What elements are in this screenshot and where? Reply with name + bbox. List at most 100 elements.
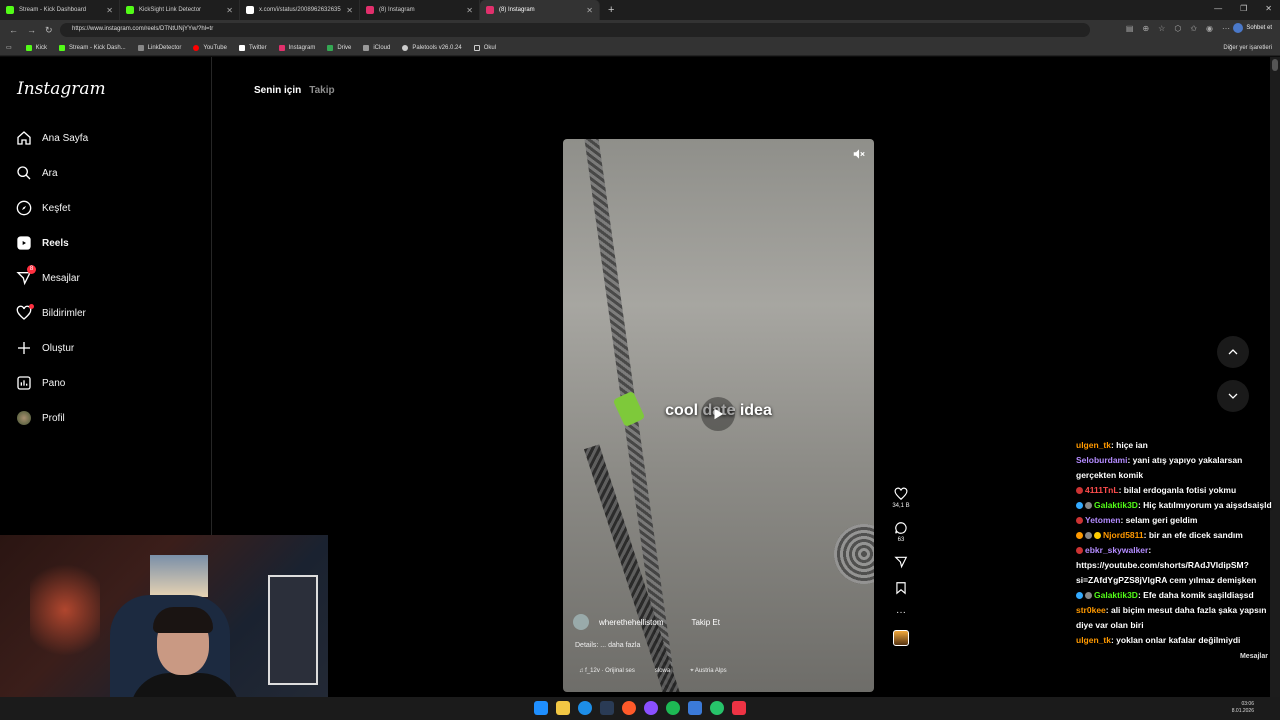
tab-following[interactable]: Takip (309, 85, 334, 96)
chevron-up-icon (1228, 349, 1238, 355)
save-action[interactable] (890, 581, 912, 595)
home-icon (16, 130, 32, 146)
next-reel-button[interactable] (1217, 380, 1249, 412)
nav-dashboard[interactable]: Pano (16, 375, 65, 391)
nav-create[interactable]: Oluştur (16, 340, 74, 356)
audio-secondary[interactable]: slowa (655, 668, 670, 675)
kick-icon (126, 6, 134, 14)
share-icon[interactable] (894, 555, 908, 569)
stream-chat-overlay: ulgen_tk: hiçe ian Seloburdami: yani atı… (1072, 438, 1280, 720)
close-window-icon[interactable]: ✕ (1265, 4, 1272, 13)
tab-for-you[interactable]: Senin için (254, 85, 301, 96)
comment-icon[interactable] (894, 521, 908, 535)
bookmark-item[interactable]: Drive (327, 44, 351, 51)
favorites-bar-icon[interactable]: ✩ (1190, 24, 1197, 33)
url-field[interactable]: https://www.instagram.com/reels/DTNtUNjY… (60, 23, 1090, 37)
nav-home[interactable]: Ana Sayfa (16, 130, 88, 146)
browser-tab[interactable]: x.com/i/status/2008962632635 ✕ (240, 0, 360, 20)
location-tag[interactable]: ⌖ Austria Alps (690, 668, 726, 675)
bookmark-item[interactable]: Paletools v26.0.24 (402, 44, 462, 51)
more-action[interactable]: ··· (890, 607, 912, 618)
close-icon[interactable]: ✕ (346, 6, 353, 15)
other-bookmarks[interactable]: Diğer yer işaretleri (1223, 45, 1272, 51)
start-icon[interactable] (534, 701, 548, 715)
bookmark-item[interactable]: Stream - Kick Dash... (59, 44, 126, 51)
favorite-icon[interactable]: ☆ (1158, 24, 1165, 33)
copilot-chat-button[interactable]: Sohbet et (1233, 23, 1272, 33)
bookmark-item[interactable]: Instagram (278, 44, 315, 51)
nav-explore[interactable]: Keşfet (16, 200, 70, 216)
bookmark-item[interactable]: iCloud (363, 44, 390, 51)
bookmark-folder[interactable]: Okul (473, 44, 496, 51)
whatsapp-icon[interactable] (710, 701, 724, 715)
nav-messages[interactable]: 8 Mesajlar (16, 265, 80, 286)
bookmark-icon[interactable] (894, 581, 908, 595)
forward-icon[interactable]: → (27, 25, 36, 35)
close-icon[interactable]: ✕ (466, 6, 473, 15)
bookmark-item[interactable]: LinkDetector (137, 44, 181, 51)
webcam-lamp-glow (30, 555, 100, 665)
bookmark-item[interactable]: Kick (25, 44, 47, 51)
follow-button[interactable]: Takip Et (691, 618, 719, 627)
bookmark-item[interactable]: YouTube (193, 44, 227, 51)
back-icon[interactable]: ← (9, 25, 18, 35)
reader-icon[interactable]: ▤ (1126, 24, 1134, 33)
like-action[interactable]: 34,1 B (890, 487, 912, 509)
instagram-icon (486, 6, 494, 14)
zoom-icon[interactable]: ⊕ (1142, 24, 1149, 33)
browser-app-icon[interactable] (622, 701, 636, 715)
explorer-icon[interactable] (556, 701, 570, 715)
author-avatar[interactable] (573, 614, 589, 630)
app-icon[interactable] (688, 701, 702, 715)
close-icon[interactable]: ✕ (586, 6, 593, 15)
nav-notifications[interactable]: Bildirimler (16, 304, 86, 321)
chat-message: Njord5811: bir an efe dicek sandım (1072, 528, 1280, 543)
more-icon[interactable]: ⋯ (1222, 24, 1230, 33)
profile-avatar (16, 410, 32, 426)
taskbar-apps (534, 701, 746, 715)
nav-search[interactable]: Ara (16, 165, 58, 181)
edge-icon[interactable] (578, 701, 592, 715)
reel-author: wherethehellistom Takip Et (573, 614, 720, 630)
close-icon[interactable]: ✕ (106, 6, 113, 15)
reel-video[interactable]: cool date idea wherethehellistom Takip E… (563, 139, 874, 692)
notification-dot (29, 304, 34, 309)
webcam-poster (150, 555, 208, 597)
spotify-icon[interactable] (666, 701, 680, 715)
system-clock[interactable]: 03:06 8.01.2026 (1232, 701, 1254, 715)
nav-profile[interactable]: Profil (16, 410, 65, 426)
discord-icon[interactable] (644, 701, 658, 715)
reel-description[interactable]: Details: ... daha fazla (575, 642, 640, 649)
bookmark-item[interactable]: ▭ (6, 44, 12, 51)
minimize-icon[interactable]: — (1214, 4, 1222, 13)
audio-track[interactable]: ♫ f_12v · Orijinal ses (579, 668, 635, 675)
more-icon[interactable]: ··· (896, 607, 906, 618)
heart-icon[interactable] (894, 487, 908, 501)
kick-icon (25, 44, 32, 51)
share-action[interactable] (890, 555, 912, 569)
instagram-logo[interactable]: Instagram (17, 79, 106, 99)
close-icon[interactable]: ✕ (226, 6, 233, 15)
previous-reel-button[interactable] (1217, 336, 1249, 368)
reel-navigation (1217, 336, 1249, 424)
extension-icon[interactable]: ⬡ (1174, 24, 1181, 33)
nav-reels[interactable]: Reels (16, 235, 69, 251)
steam-icon[interactable] (600, 701, 614, 715)
comment-action[interactable]: 63 (890, 521, 912, 543)
reload-icon[interactable]: ↻ (45, 25, 53, 36)
browser-tab[interactable]: KickSight Link Detector ✕ (120, 0, 240, 20)
app-icon[interactable] (732, 701, 746, 715)
play-button[interactable] (701, 397, 735, 431)
browser-tab-active[interactable]: (8) Instagram ✕ (480, 0, 600, 20)
messages-popup-label[interactable]: Mesajlar (1240, 649, 1268, 664)
maximize-icon[interactable]: ❐ (1240, 4, 1247, 13)
mute-icon[interactable] (852, 147, 866, 161)
bookmark-item[interactable]: Twitter (238, 44, 267, 51)
audio-thumbnail[interactable] (890, 630, 912, 646)
profile-icon[interactable]: ◉ (1206, 24, 1213, 33)
new-tab-button[interactable]: + (608, 4, 614, 16)
browser-tab[interactable]: Stream - Kick Dashboard ✕ (0, 0, 120, 20)
scrollbar-thumb[interactable] (1272, 59, 1278, 71)
author-username[interactable]: wherethehellistom (599, 618, 663, 627)
browser-tab[interactable]: (8) Instagram ✕ (360, 0, 480, 20)
